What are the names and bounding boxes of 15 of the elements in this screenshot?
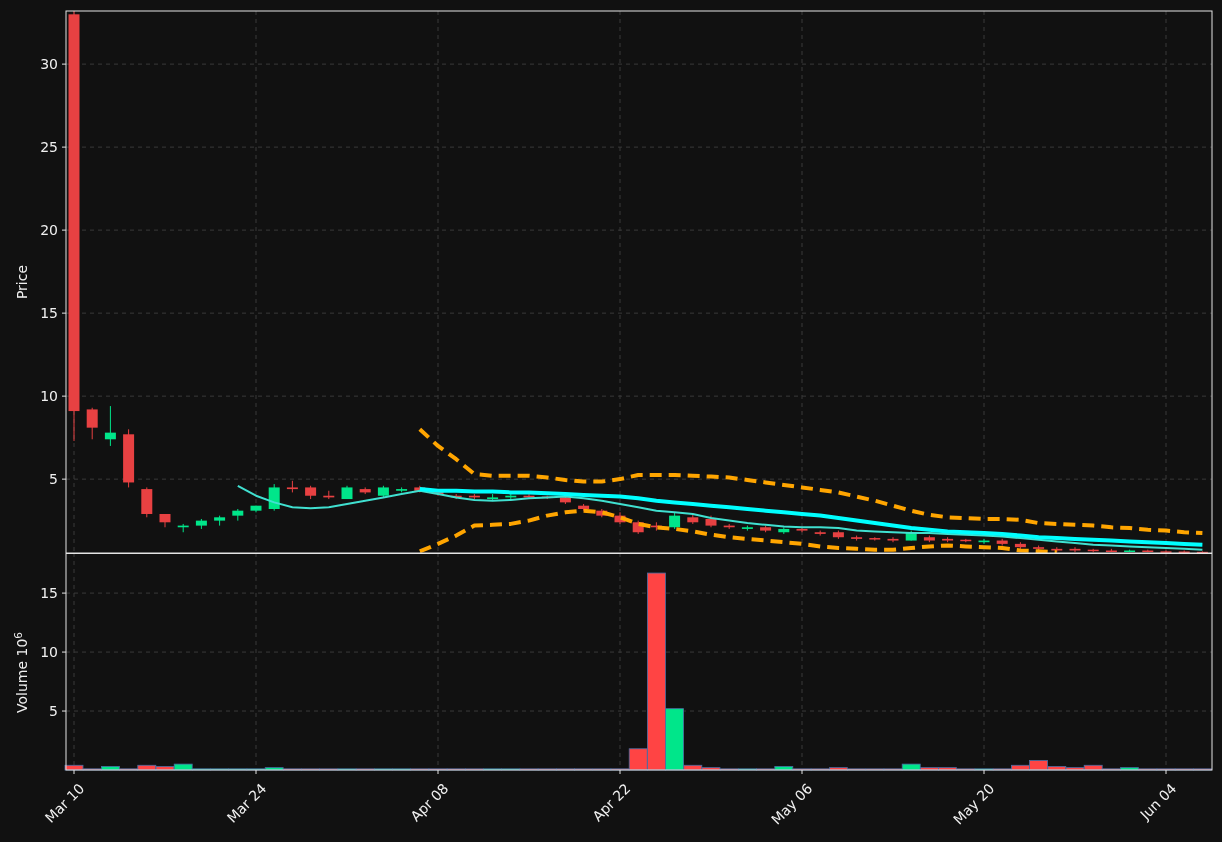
x-tick-label: Apr 22 [589,780,634,825]
y-tick-label: 5 [49,703,58,720]
x-tick-label: Jun 04 [1136,780,1180,823]
y-tick-label: 20 [40,222,58,239]
y-tick-label: 30 [40,56,58,73]
x-tick-label: Mar 10 [41,780,88,826]
x-tick-label: Mar 24 [223,780,270,826]
y-tick-label: 5 [49,471,58,488]
x-tick-label: Apr 08 [407,780,452,825]
y-tick-label: 15 [40,305,58,322]
y-tick-label: 10 [40,644,58,661]
axis-title: Price [14,264,30,300]
y-tick-label: 25 [40,139,58,156]
y-tick-label: 10 [40,388,58,405]
y-tick-label: 15 [40,585,58,602]
